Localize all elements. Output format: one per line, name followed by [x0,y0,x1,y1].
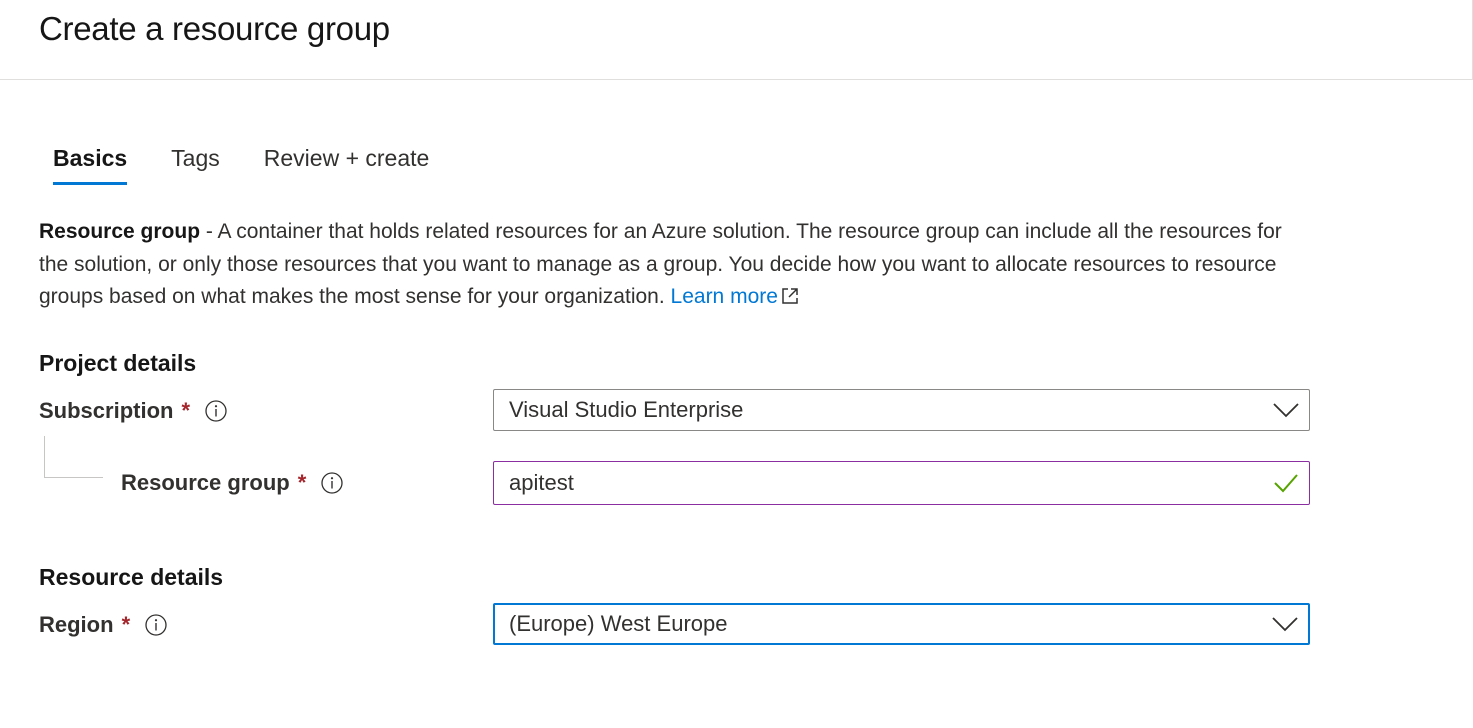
chevron-down-icon [1266,402,1306,418]
region-dropdown[interactable]: (Europe) West Europe [493,603,1310,645]
required-marker: * [297,470,307,495]
description: Resource group - A container that holds … [39,216,1309,316]
tree-connector-horizontal [44,477,103,478]
tab-review-create[interactable]: Review + create [264,145,430,183]
resource-group-value: apitest [509,470,574,495]
info-icon[interactable] [204,399,228,423]
subscription-label-row: Subscription * [39,398,228,424]
resource-group-label: Resource group [121,470,290,495]
region-label: Region [39,612,114,637]
region-value: (Europe) West Europe [509,611,728,636]
tab-tags[interactable]: Tags [171,145,220,183]
info-icon[interactable] [144,613,168,637]
subscription-dropdown[interactable]: Visual Studio Enterprise [493,389,1310,431]
chevron-down-icon [1265,616,1305,632]
tab-bar: Basics Tags Review + create [53,145,473,185]
learn-more-label: Learn more [670,285,778,308]
create-resource-group-page: Create a resource group Basics Tags Revi… [0,0,1473,728]
project-details-title: Project details [39,350,197,376]
description-text: - A container that holds related resourc… [39,220,1282,308]
tab-basics[interactable]: Basics [53,145,128,185]
subscription-label: Subscription [39,398,174,423]
external-link-icon [781,283,799,316]
resource-group-input[interactable]: apitest [493,461,1310,505]
tree-connector [44,436,45,478]
info-icon[interactable] [320,471,344,495]
subscription-value: Visual Studio Enterprise [509,397,744,422]
resource-group-label-row: Resource group * [121,470,344,496]
checkmark-icon [1266,473,1306,493]
resource-details-title: Resource details [39,564,224,590]
region-label-row: Region * [39,612,168,638]
required-marker: * [121,612,131,637]
page-header: Create a resource group [0,0,1473,80]
learn-more-link[interactable]: Learn more [671,285,799,308]
page-title: Create a resource group [39,10,390,47]
description-bold: Resource group [39,220,201,243]
required-marker: * [181,398,191,423]
